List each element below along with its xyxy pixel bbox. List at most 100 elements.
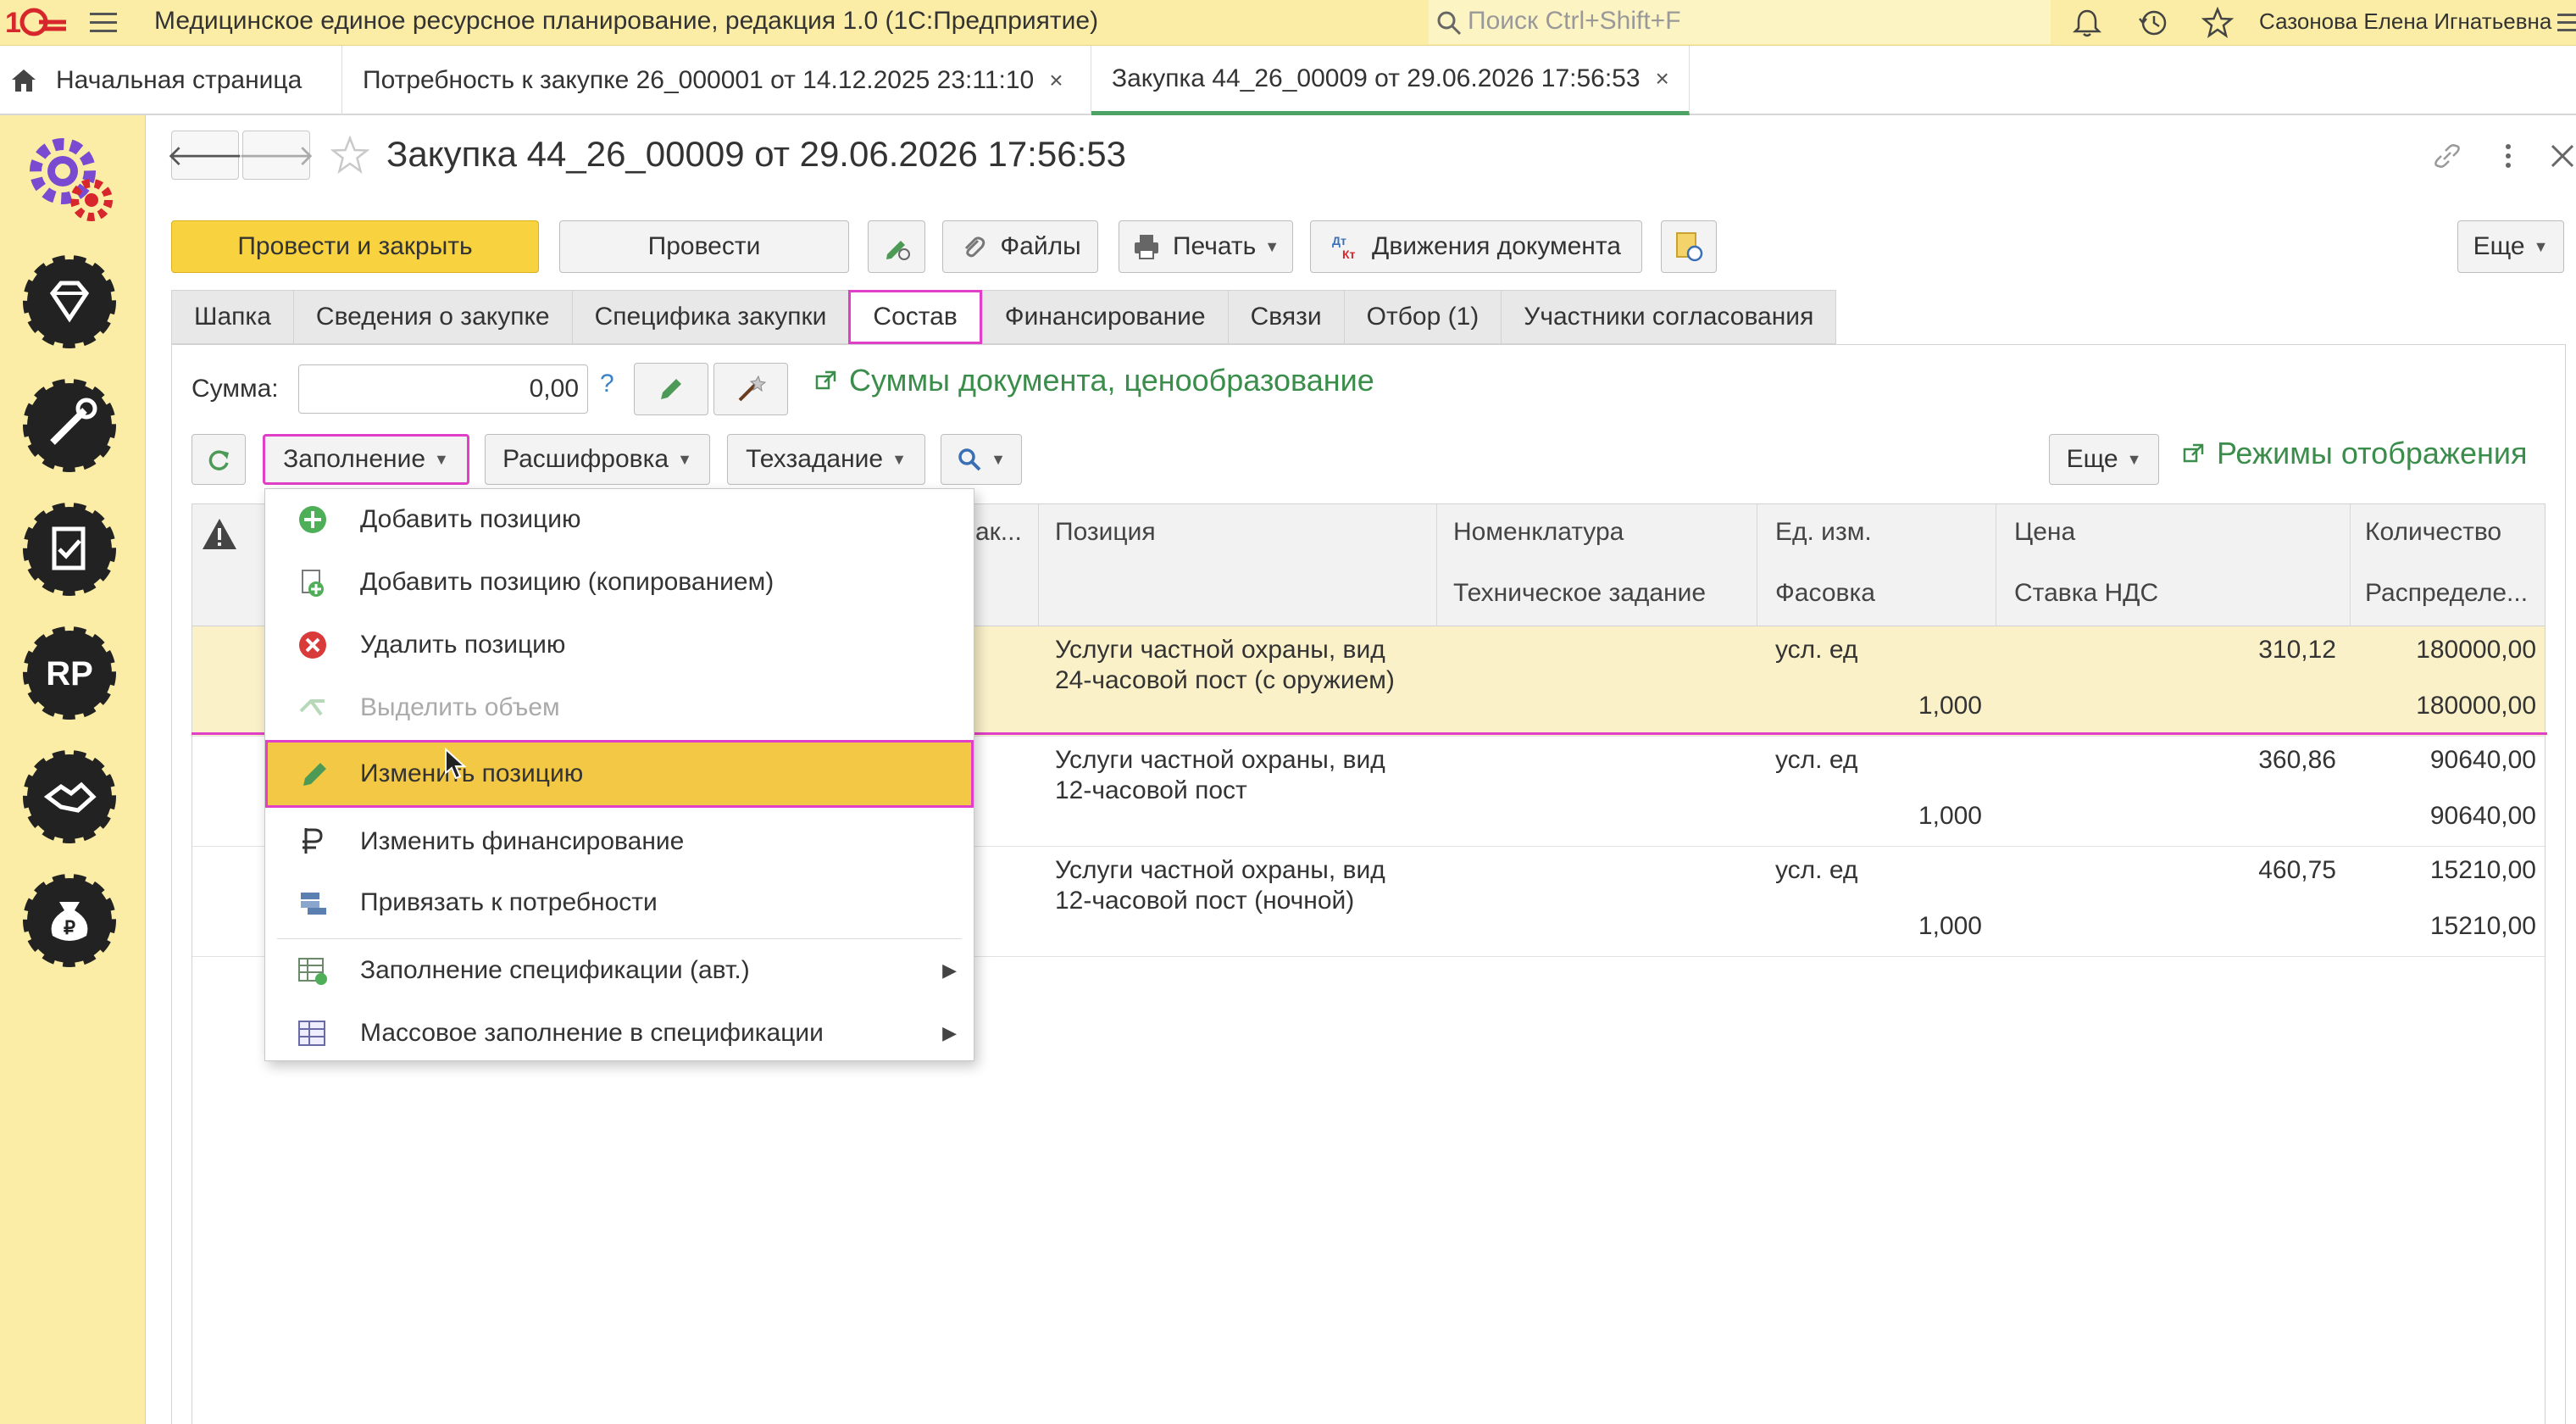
menu-item-label: Изменить позицию xyxy=(360,759,584,787)
tab-filter[interactable]: Отбор (1) xyxy=(1343,290,1502,344)
tab-financing[interactable]: Финансирование xyxy=(981,290,1228,344)
tab-purchase-specifics[interactable]: Специфика закупки xyxy=(571,290,849,344)
dropdown-caret-icon: ▼ xyxy=(991,450,1006,468)
submenu-arrow-icon: ▶ xyxy=(942,960,957,981)
svg-text:RP: RP xyxy=(46,655,93,693)
close-tab-icon[interactable]: × xyxy=(1049,67,1063,94)
col-price[interactable]: Цена xyxy=(2014,518,2075,547)
decode-button[interactable]: Расшифровка ▼ xyxy=(485,434,710,485)
menu-item-add-position[interactable]: Добавить позицию xyxy=(265,489,974,550)
more-actions-button[interactable]: Еще ▼ xyxy=(2457,220,2564,273)
display-modes-link[interactable]: Режимы отображения xyxy=(2183,436,2527,471)
open-link-icon xyxy=(815,370,836,390)
menu-item-label: Заполнение спецификации (авт.) xyxy=(360,956,750,984)
tab-home-label: Начальная страница xyxy=(56,66,303,94)
app-title: Медицинское единое ресурсное планировани… xyxy=(154,7,1099,35)
edit-signature-button[interactable] xyxy=(868,220,925,273)
table-fill-icon xyxy=(298,958,327,985)
close-tab-icon[interactable]: × xyxy=(1656,65,1669,92)
cell-unit: усл. ед xyxy=(1775,746,1858,774)
menu-item-add-position-copy[interactable]: Добавить позицию (копированием) xyxy=(265,552,974,613)
history-icon[interactable] xyxy=(2137,7,2169,39)
tech-spec-button[interactable]: Техзадание ▼ xyxy=(727,434,925,485)
menu-item-label: Привязать к потребности xyxy=(360,888,658,916)
current-user[interactable]: Сазонова Елена Игнатьевна xyxy=(2259,8,2551,35)
svg-text:₽: ₽ xyxy=(64,917,75,938)
cell-packing: 1,000 xyxy=(1918,692,1982,720)
post-button[interactable]: Провести xyxy=(559,220,849,273)
favorites-star-icon[interactable] xyxy=(2201,7,2234,39)
ruble-icon xyxy=(303,828,323,854)
diamond-gear-icon[interactable] xyxy=(19,251,120,353)
tab-purchase[interactable]: Закупка 44_26_00009 от 29.06.2026 17:56:… xyxy=(1091,46,1690,115)
col-vat[interactable]: Ставка НДС xyxy=(2014,579,2158,608)
svg-text:Кт: Кт xyxy=(1342,248,1356,261)
settings-gears-icon[interactable] xyxy=(19,127,120,229)
menu-item-edit-financing[interactable]: Изменить финансирование xyxy=(265,811,974,872)
col-unit[interactable]: Ед. изм. xyxy=(1775,518,1872,547)
files-button[interactable]: Файлы xyxy=(942,220,1098,273)
col-tech-task[interactable]: Техническое задание xyxy=(1453,579,1706,608)
search-table-button[interactable]: ▼ xyxy=(941,434,1022,485)
menu-item-link-need[interactable]: Привязать к потребности xyxy=(265,872,974,933)
document-sums-link[interactable]: Суммы документа, ценообразование xyxy=(815,363,1374,398)
menu-item-mass-fill-spec[interactable]: Массовое заполнение в спецификации ▶ xyxy=(265,1003,974,1064)
dt-kt-icon: Дт Кт xyxy=(1332,234,1356,261)
display-modes-label: Режимы отображения xyxy=(2217,436,2528,470)
bell-icon[interactable] xyxy=(2071,7,2103,39)
tab-header[interactable]: Шапка xyxy=(171,290,293,344)
main-menu-icon[interactable] xyxy=(88,10,119,36)
tab-home[interactable]: Начальная страница xyxy=(0,46,342,115)
printer-icon xyxy=(1134,235,1158,259)
sum-label: Сумма: xyxy=(192,375,279,403)
fill-button[interactable]: Заполнение ▼ xyxy=(263,434,469,485)
document-movements-button[interactable]: Дт Кт Движения документа xyxy=(1310,220,1642,273)
menu-separator xyxy=(277,938,962,939)
cell-packing: 1,000 xyxy=(1918,802,1982,830)
tab-need-purchase[interactable]: Потребность к закупке 26_000001 от 14.12… xyxy=(342,46,1091,115)
more-vertical-icon[interactable] xyxy=(2491,139,2525,173)
help-icon[interactable]: ? xyxy=(600,370,614,398)
col-distribution[interactable]: Распределе... xyxy=(2365,579,2528,608)
handshake-gear-icon[interactable] xyxy=(19,746,120,848)
tab-purchase-info[interactable]: Сведения о закупке xyxy=(292,290,572,344)
edit-sum-button[interactable] xyxy=(634,363,708,415)
post-and-close-button[interactable]: Провести и закрыть xyxy=(171,220,539,273)
copy-doc-icon xyxy=(302,570,324,597)
tab-composition[interactable]: Состав xyxy=(848,290,982,344)
tab-approval-participants[interactable]: Участники согласования xyxy=(1501,290,1837,344)
col-packing[interactable]: Фасовка xyxy=(1775,579,1875,608)
back-button[interactable]: 🡐 xyxy=(166,131,244,180)
col-nomenclature[interactable]: Номенклатура xyxy=(1453,518,1624,547)
col-position[interactable]: Позиция xyxy=(1055,518,1156,547)
col-quantity[interactable]: Количество xyxy=(2365,518,2501,547)
tools-gear-icon[interactable] xyxy=(19,375,120,476)
home-icon xyxy=(12,70,36,92)
money-bag-gear-icon[interactable]: ₽ xyxy=(19,870,120,971)
tab-links[interactable]: Связи xyxy=(1227,290,1344,344)
menu-item-split-volume[interactable]: Выделить объем xyxy=(265,677,974,738)
menu-item-delete-position[interactable]: Удалить позицию xyxy=(265,615,974,676)
favorite-star-icon[interactable] xyxy=(330,136,369,175)
forward-button[interactable]: 🡒 xyxy=(237,131,315,180)
table-more-button[interactable]: Еще ▼ xyxy=(2049,434,2159,485)
cell-position: Услуги частной охраны, вид xyxy=(1055,856,1385,884)
rp-gear-icon[interactable]: RP xyxy=(19,622,120,724)
global-search-input[interactable]: Поиск Ctrl+Shift+F xyxy=(1429,0,2051,44)
user-menu-icon[interactable] xyxy=(2554,7,2576,39)
col-truncated[interactable]: ак... xyxy=(975,518,1022,547)
report-button[interactable] xyxy=(1661,220,1717,273)
sum-field[interactable]: 0,00 xyxy=(298,364,588,414)
refresh-button[interactable] xyxy=(192,434,246,485)
submenu-arrow-icon: ▶ xyxy=(942,1022,957,1043)
cell-unit: усл. ед xyxy=(1775,856,1858,884)
print-button[interactable]: Печать ▼ xyxy=(1119,220,1293,273)
pencil-icon xyxy=(661,379,681,399)
link-icon[interactable] xyxy=(2430,139,2464,173)
pricing-wizard-button[interactable] xyxy=(713,363,788,415)
menu-item-auto-fill-spec[interactable]: Заполнение спецификации (авт.) ▶ xyxy=(265,940,974,1001)
close-window-icon[interactable] xyxy=(2545,139,2576,173)
document-gear-icon[interactable] xyxy=(19,498,120,600)
menu-item-label: Добавить позицию xyxy=(360,505,581,533)
menu-item-edit-position[interactable]: Изменить позицию xyxy=(265,740,974,808)
